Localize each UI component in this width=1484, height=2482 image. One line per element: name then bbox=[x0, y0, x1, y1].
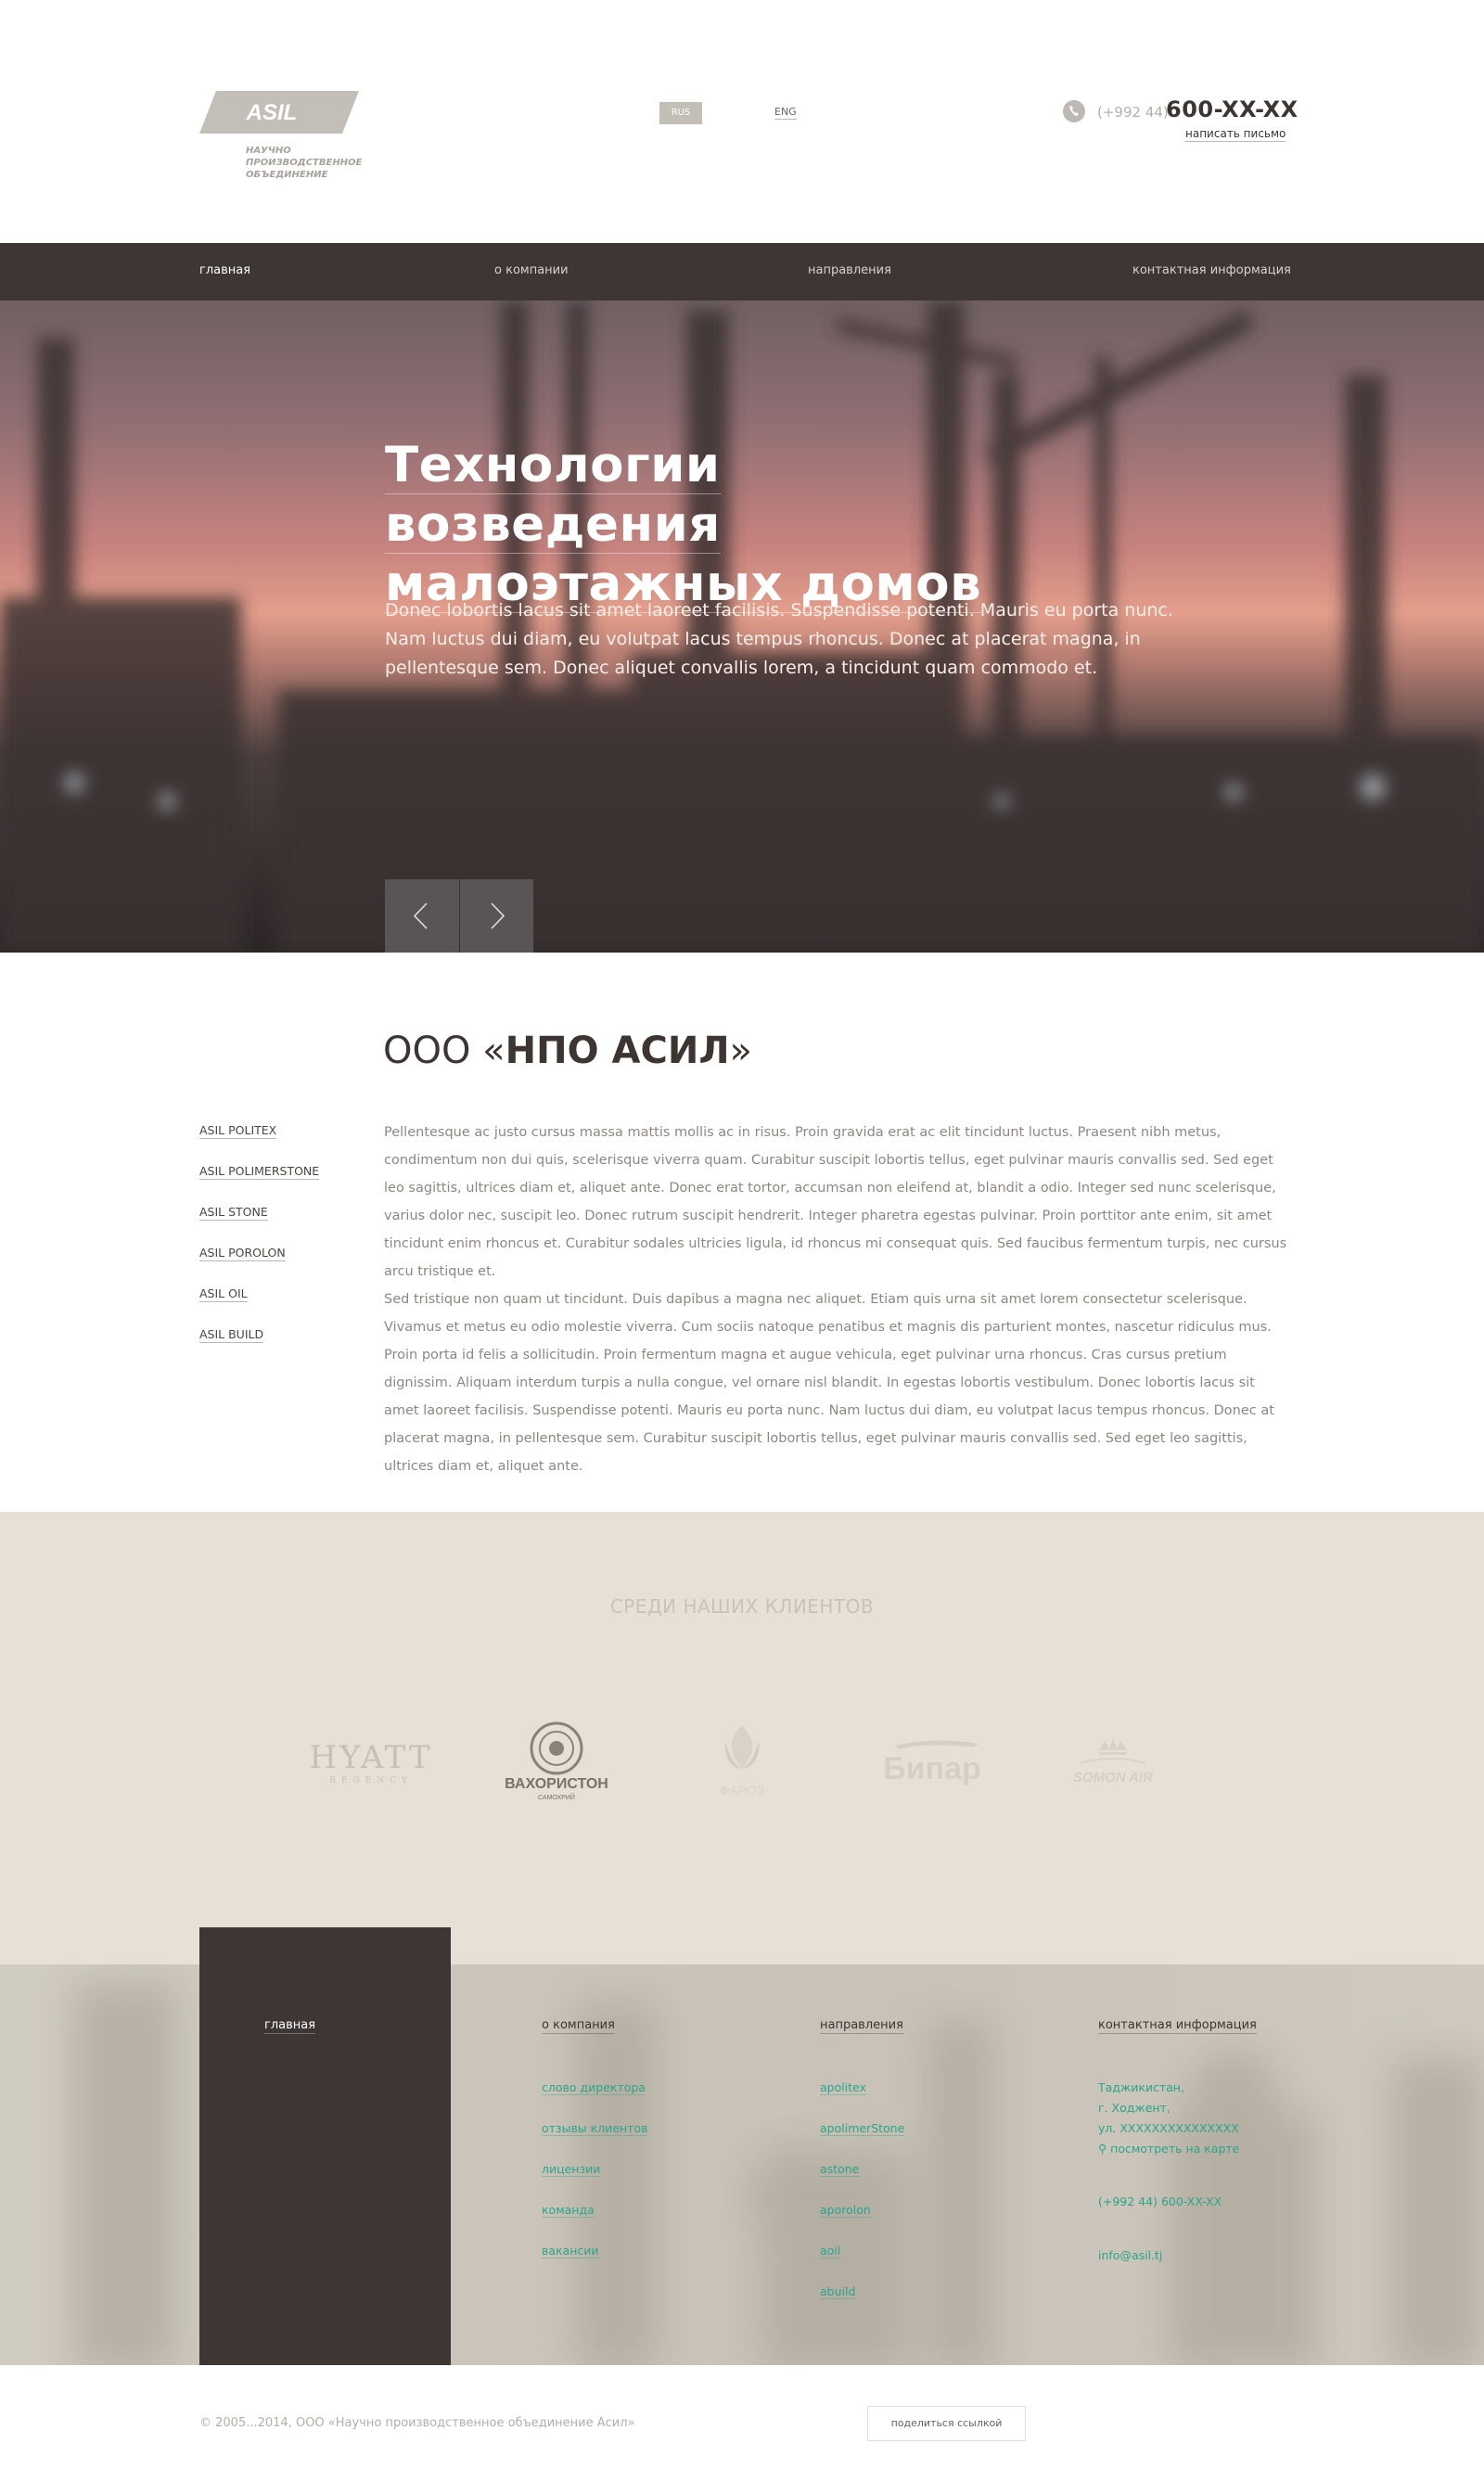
client-logo-faroz: ФАРОЗ bbox=[705, 1721, 779, 1806]
footer-link-astone[interactable]: astone bbox=[820, 2162, 860, 2177]
footer-address-street: ул. XXXXXXXXXXXXXXX bbox=[1098, 2121, 1239, 2135]
nav-item-directions[interactable]: направления bbox=[808, 263, 891, 279]
nav-item-contacts[interactable]: контактная информация bbox=[1132, 263, 1291, 279]
about-paragraph-2: Sed tristique non quam ut tincidunt. Dui… bbox=[384, 1292, 1274, 1474]
nav-item-home[interactable]: главная bbox=[199, 263, 250, 277]
hero-title: Технологии возведения малоэтажных домов bbox=[385, 436, 1034, 614]
phone-icon bbox=[1063, 100, 1085, 122]
footer-link-vacancies[interactable]: вакансии bbox=[542, 2244, 599, 2258]
phone-number[interactable]: 600-XX-XX bbox=[1166, 96, 1298, 122]
footer-link-aporolon[interactable]: aporolon bbox=[820, 2203, 871, 2218]
footer-contacts-title[interactable]: контактная информация bbox=[1098, 2018, 1257, 2034]
side-link-build[interactable]: ASIL BUILD bbox=[199, 1327, 264, 1343]
footer-email[interactable]: info@asil.tj bbox=[1098, 2245, 1162, 2266]
footer-phone[interactable]: (+992 44) 600-XX-XX bbox=[1098, 2192, 1222, 2212]
slider-prev-button[interactable] bbox=[385, 879, 459, 953]
footer-link-apolimerstone[interactable]: apolimerStone bbox=[820, 2121, 905, 2136]
about-paragraph-1: Pellentesque ac justo cursus massa matti… bbox=[384, 1125, 1287, 1279]
about-text: Pellentesque ac justo cursus massa matti… bbox=[384, 1119, 1287, 1480]
footer-directions-title[interactable]: направления bbox=[820, 2018, 903, 2034]
side-link-porolon[interactable]: ASIL POROLON bbox=[199, 1246, 286, 1261]
footer-home-panel bbox=[199, 1927, 451, 2365]
footer-map-link[interactable]: ⚲ посмотреть на карте bbox=[1098, 2139, 1239, 2159]
hero-title-line1: Технологии возведения bbox=[385, 437, 721, 554]
copyright: © 2005...2014, ООО «Научно производствен… bbox=[199, 2416, 635, 2430]
main-nav: главная о компании направления контактна… bbox=[0, 243, 1484, 301]
client-logo-somon-air: SOMON AIR bbox=[1053, 1730, 1173, 1795]
svg-text:REGENCY: REGENCY bbox=[329, 1776, 413, 1785]
share-link-button[interactable]: поделиться ссылкой bbox=[867, 2406, 1026, 2441]
footer-address-country: Таджикистан, bbox=[1098, 2080, 1184, 2094]
side-link-stone[interactable]: ASIL STONE bbox=[199, 1205, 268, 1221]
chevron-right-icon bbox=[491, 902, 505, 929]
side-link-politex[interactable]: ASIL POLITEX bbox=[199, 1123, 277, 1139]
map-pin-icon: ⚲ bbox=[1098, 2142, 1107, 2156]
company-title-prefix: ООО « bbox=[383, 1030, 505, 1072]
asil-logo[interactable]: ASIL bbox=[199, 91, 359, 134]
footer-link-apolitex[interactable]: apolitex bbox=[820, 2080, 866, 2095]
clients-title: СРЕДИ НАШИХ КЛИЕНТОВ bbox=[609, 1595, 875, 1618]
side-link-polimerstone[interactable]: ASIL POLIMERSTONE bbox=[199, 1164, 320, 1180]
client-logo-hyatt: HYATT REGENCY bbox=[306, 1736, 436, 1792]
svg-text:SOMON AIR: SOMON AIR bbox=[1073, 1770, 1153, 1785]
svg-text:HYATT: HYATT bbox=[309, 1739, 432, 1776]
svg-text:САМОХРИЙ: САМОХРИЙ bbox=[538, 1793, 575, 1801]
nav-item-about[interactable]: о компании bbox=[494, 263, 569, 279]
svg-text:ВАХОРИСТОН: ВАХОРИСТОН bbox=[505, 1776, 608, 1792]
footer-link-licenses[interactable]: лицензии bbox=[542, 2162, 601, 2177]
footer-link-director[interactable]: слово директора bbox=[542, 2080, 646, 2095]
footer-address: Таджикистан, г. Ходжент, ул. XXXXXXXXXXX… bbox=[1098, 2078, 1239, 2159]
company-title-name: НПО АСИЛ bbox=[505, 1030, 730, 1072]
side-link-oil[interactable]: ASIL OIL bbox=[199, 1286, 248, 1302]
logo-tagline: НАУЧНО ПРОИЗВОДСТВЕННОЕ ОБЪЕДИНЕНИЕ bbox=[246, 146, 363, 180]
phone-prefix: (+992 44) bbox=[1097, 104, 1169, 121]
footer-address-city: г. Ходжент, bbox=[1098, 2101, 1171, 2115]
logo-text: ASIL bbox=[246, 100, 298, 125]
footer-link-reviews[interactable]: отзывы клиентов bbox=[542, 2121, 648, 2136]
slider-next-button[interactable] bbox=[460, 879, 533, 953]
svg-text:ФАРОЗ: ФАРОЗ bbox=[720, 1783, 764, 1798]
write-letter-link[interactable]: написать письмо bbox=[1185, 127, 1286, 142]
hero-text: Donec lobortis lacus sit amet laoreet fa… bbox=[385, 600, 1173, 678]
footer-home-link[interactable]: главная bbox=[264, 2018, 316, 2034]
lang-eng-button[interactable]: ENG bbox=[774, 106, 797, 120]
footer-link-aoil[interactable]: aoil bbox=[820, 2244, 841, 2258]
svg-text:Бипар: Бипар bbox=[883, 1751, 981, 1786]
lang-rus-button[interactable]: RUS bbox=[659, 102, 702, 124]
company-title: ООО «НПО АСИЛ» bbox=[383, 1030, 752, 1072]
footer-company-title[interactable]: о компания bbox=[542, 2018, 615, 2034]
company-title-suffix: » bbox=[729, 1030, 753, 1072]
client-logo-bipar: Бипар bbox=[876, 1734, 988, 1790]
footer-link-team[interactable]: команда bbox=[542, 2203, 595, 2218]
client-logo-vahoriston: ВАХОРИСТОН САМОХРИЙ bbox=[501, 1721, 612, 1806]
footer-link-abuild[interactable]: abuild bbox=[820, 2284, 856, 2299]
chevron-left-icon bbox=[413, 902, 428, 929]
